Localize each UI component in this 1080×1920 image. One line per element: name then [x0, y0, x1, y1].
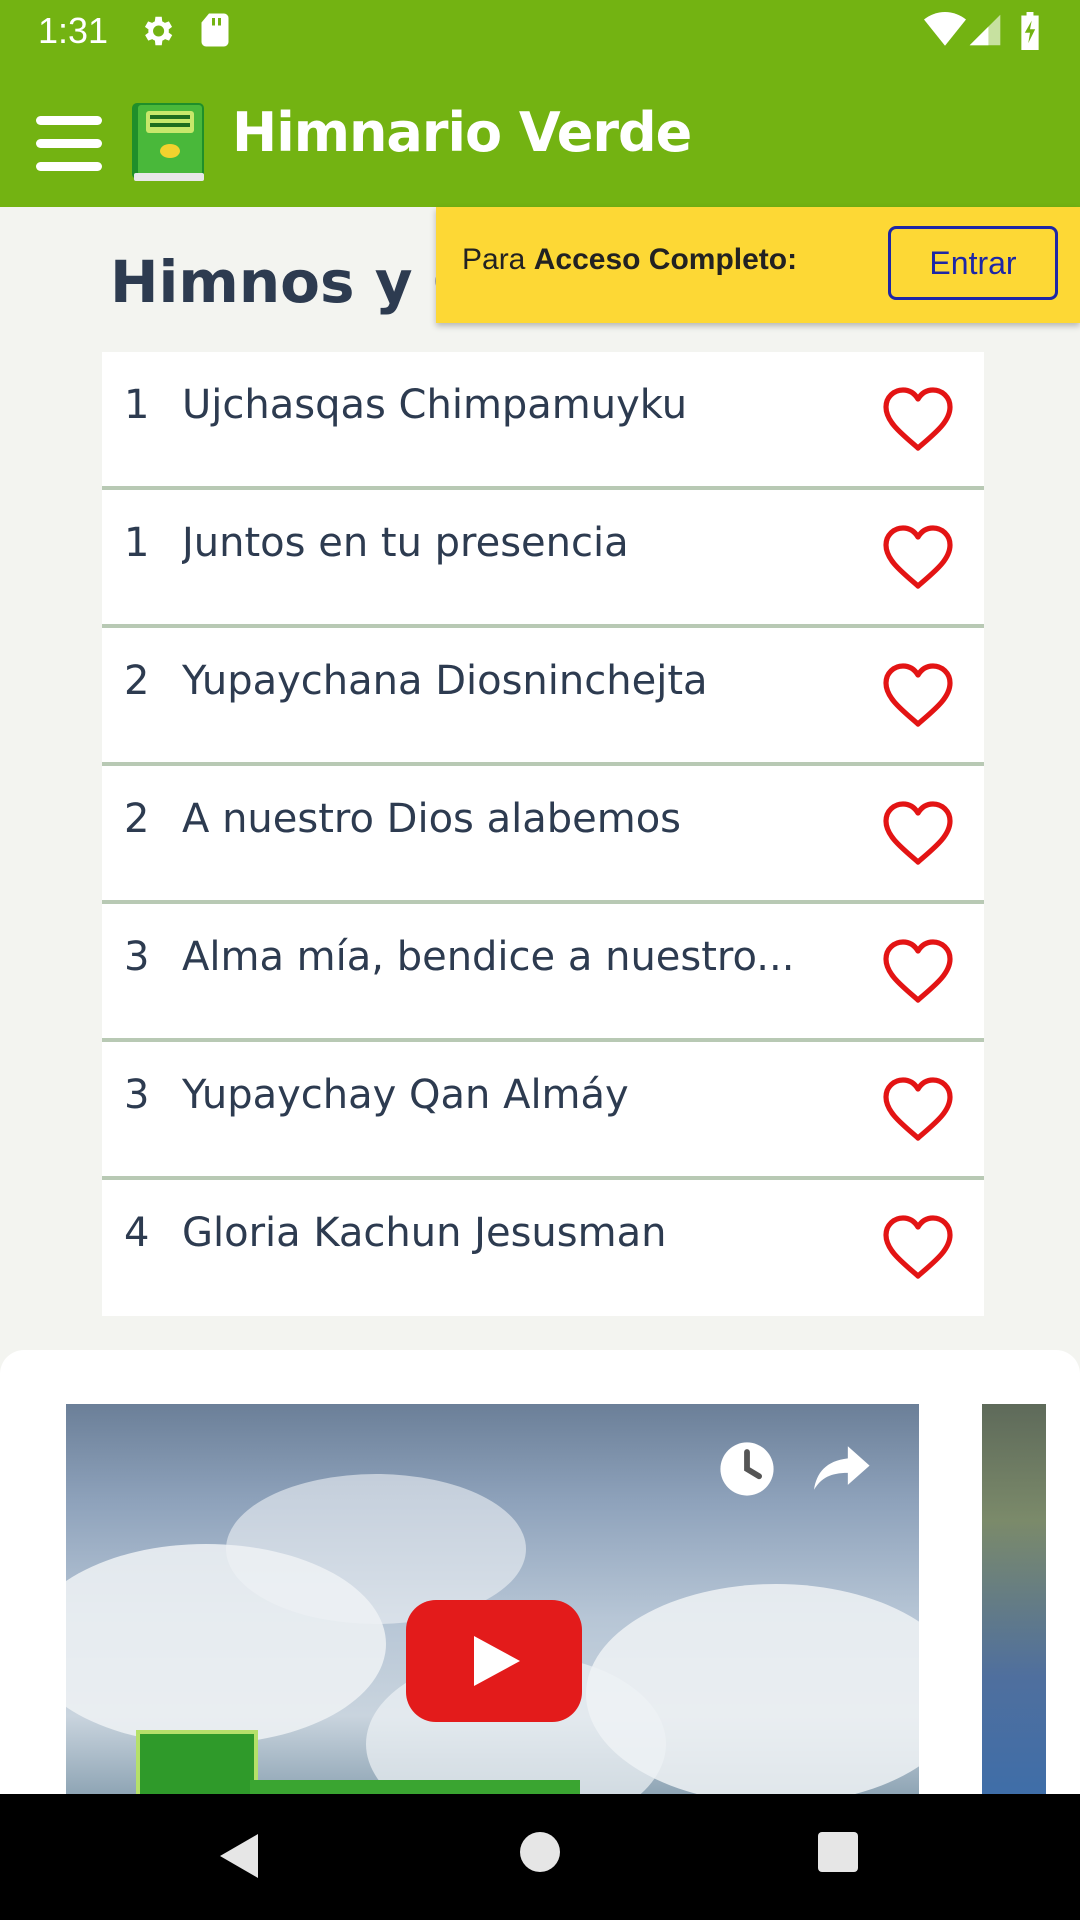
video-thumbnail[interactable] [66, 1404, 919, 1794]
enter-button[interactable]: Entrar [888, 226, 1058, 300]
hymn-row[interactable]: 2 Yupaychana Diosninchejta [102, 628, 984, 766]
access-prefix: Para [462, 243, 534, 276]
hymn-title: Juntos en tu presencia [182, 520, 629, 566]
wifi-icon [924, 12, 966, 46]
app-bar: Himnario Verde [0, 63, 1080, 207]
hymn-row[interactable]: 2 A nuestro Dios alabemos [102, 766, 984, 904]
heart-outline-icon[interactable] [882, 1214, 954, 1280]
book-logo-icon [132, 103, 204, 181]
heart-outline-icon[interactable] [882, 1076, 954, 1142]
battery-icon [1021, 12, 1039, 50]
hymn-row[interactable]: 4 Gloria Kachun Jesusman [102, 1180, 984, 1316]
watch-later-icon[interactable] [718, 1440, 776, 1498]
signal-icon [969, 14, 1001, 46]
share-icon[interactable] [814, 1442, 872, 1494]
hamburger-menu-icon[interactable] [36, 116, 102, 172]
app-title: Himnario Verde [232, 101, 692, 164]
hymn-title: A nuestro Dios alabemos [182, 796, 682, 842]
hymn-row[interactable]: 3 Alma mía, bendice a nuestro... [102, 904, 984, 1042]
hymn-title: Yupaychay Qan Almáy [182, 1072, 629, 1118]
back-icon[interactable] [218, 1832, 260, 1880]
heart-outline-icon[interactable] [882, 662, 954, 728]
access-banner: Para Acceso Completo: Entrar [436, 207, 1080, 323]
hymn-number: 4 [124, 1210, 150, 1256]
heart-outline-icon[interactable] [882, 938, 954, 1004]
hymn-list: 1 Ujchasqas Chimpamuyku 1 Juntos en tu pres… [102, 352, 984, 1316]
hymn-number: 3 [124, 934, 150, 980]
hymn-row[interactable]: 1 Ujchasqas Chimpamuyku [102, 352, 984, 490]
hymn-number: 3 [124, 1072, 150, 1118]
hymn-number: 2 [124, 796, 150, 842]
hymn-number: 1 [124, 520, 150, 566]
heart-outline-icon[interactable] [882, 524, 954, 590]
youtube-play-icon[interactable] [406, 1600, 582, 1722]
hymn-title: Gloria Kachun Jesusman [182, 1210, 667, 1256]
video-title-bar [250, 1780, 580, 1794]
hymn-row[interactable]: 1 Juntos en tu presencia [102, 490, 984, 628]
video-thumbnail-next[interactable] [982, 1404, 1046, 1794]
hymn-row[interactable]: 3 Yupaychay Qan Almáy [102, 1042, 984, 1180]
video-logo-overlay [136, 1730, 258, 1794]
status-time: 1:31 [38, 10, 109, 51]
access-banner-text: Para Acceso Completo: [462, 243, 797, 277]
video-panel [0, 1350, 1080, 1794]
home-icon[interactable] [520, 1832, 560, 1872]
status-bar: 1:31 [0, 0, 1080, 63]
access-bold-text: Acceso Completo: [533, 243, 798, 276]
hymn-title: Alma mía, bendice a nuestro... [182, 934, 795, 980]
hymn-title: Ujchasqas Chimpamuyku [182, 382, 688, 428]
navigation-bar [0, 1794, 1080, 1920]
hymn-number: 2 [124, 658, 150, 704]
sd-card-icon [201, 13, 229, 47]
heart-outline-icon[interactable] [882, 386, 954, 452]
recents-icon[interactable] [818, 1832, 858, 1872]
hymn-number: 1 [124, 382, 150, 428]
hymn-title: Yupaychana Diosninchejta [182, 658, 708, 704]
settings-icon [144, 16, 173, 46]
heart-outline-icon[interactable] [882, 800, 954, 866]
